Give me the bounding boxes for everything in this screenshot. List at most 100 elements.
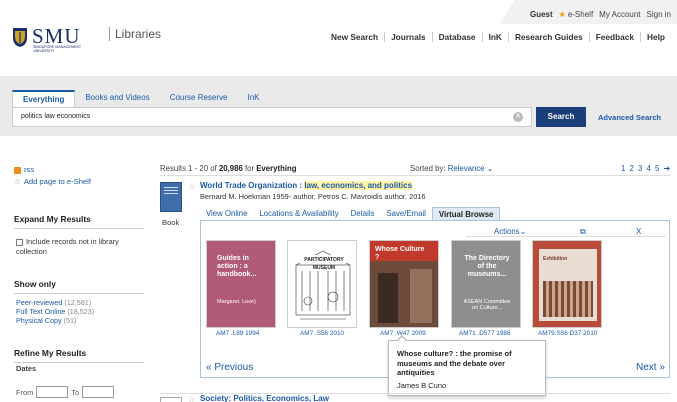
nav-help[interactable]: Help <box>640 32 671 42</box>
logo-subtitle: SINGAPORE MANAGEMENT UNIVERSITY <box>33 45 81 53</box>
cover-title: Participatory Museum <box>304 257 344 271</box>
cover-guides-in-action[interactable]: Guides in action : a handbook... Margare… <box>206 240 276 328</box>
add-to-eshelf-star-icon[interactable]: ☆ <box>188 395 195 402</box>
nav-feedback[interactable]: Feedback <box>588 32 640 42</box>
crest-icon <box>13 28 27 47</box>
sort-value: Relevance <box>447 164 485 173</box>
add-page-eshelf-link[interactable]: ☆ Add page to e-Shelf <box>14 176 139 188</box>
nav-journals[interactable]: Journals <box>384 32 432 42</box>
cover-subtitle: Margaret. Love) <box>217 299 256 305</box>
sketch-illustration-icon <box>294 250 352 320</box>
cover-participatory-museum[interactable]: Participatory Museum <box>287 240 357 328</box>
call-number[interactable]: AM7 .S56 2010 <box>300 330 344 337</box>
tab-save-email[interactable]: Save/Email <box>380 207 431 221</box>
result-tabs: View Online Locations & Availability Det… <box>200 207 501 221</box>
main-nav: New Search Journals Database InK Researc… <box>325 32 671 42</box>
clear-search-icon[interactable]: ✕ <box>513 112 523 122</box>
logo-sub-line2: UNIVERSITY <box>33 49 55 53</box>
site-title: Libraries <box>108 27 162 41</box>
my-account-link[interactable]: My Account <box>599 10 640 19</box>
cover-bookshelf <box>543 281 593 317</box>
filter-count: (18,523) <box>67 307 95 316</box>
filter-label: Physical Copy <box>16 316 62 325</box>
date-to-input[interactable] <box>82 386 115 398</box>
actions-menu[interactable]: Actions⌄ <box>494 227 526 236</box>
result-authors: Bernard M. Hoekman 1959- author. Petros … <box>200 192 426 201</box>
cover-tooltip: Whose culture? : the promise of museums … <box>388 335 546 396</box>
include-records-checkbox[interactable] <box>16 238 23 246</box>
cover-title: The Directory of the museums... <box>464 255 510 278</box>
next-button[interactable]: Next » <box>636 362 665 373</box>
nav-database[interactable]: Database <box>431 32 482 42</box>
divider <box>160 175 670 176</box>
summary-suffix: for <box>242 164 257 173</box>
nav-research-guides[interactable]: Research Guides <box>507 32 589 42</box>
expand-option[interactable]: Include records not in library collectio… <box>16 237 142 257</box>
eshelf-link[interactable]: ★ e-Shelf <box>559 10 594 19</box>
filter-full-text-online[interactable]: Full Text Online (18,523) <box>16 307 94 316</box>
filter-label: Full Text Online <box>16 307 66 316</box>
sort-control[interactable]: Sorted by: Relevance ⌄ <box>410 164 493 173</box>
tab-course-reserve[interactable]: Course Reserve <box>160 90 238 108</box>
cover-figure <box>378 273 398 323</box>
results-scope: Everything <box>256 164 297 173</box>
title-start: World Trade Organization : <box>200 181 305 190</box>
call-number[interactable]: AM71 .D577 1988 <box>459 330 511 337</box>
results-total: 20,986 <box>218 164 243 173</box>
show-only-list: Peer-reviewed (12,581) Full Text Online … <box>16 298 94 325</box>
sort-label: Sorted by: <box>410 164 446 173</box>
sign-in-link[interactable]: Sign in <box>647 10 671 19</box>
add-to-eshelf-star-icon[interactable]: ☆ <box>188 182 195 191</box>
sidebar-actions: rss ☆ Add page to e-Shelf <box>14 164 139 188</box>
guest-label: Guest <box>529 9 553 19</box>
pagination[interactable]: 1 2 3 4 5 ➔ <box>621 164 671 173</box>
tooltip-title: Whose culture? : the promise of museums … <box>397 349 512 377</box>
result-title-link[interactable]: World Trade Organization : law, economic… <box>200 181 413 190</box>
tab-locations-availability[interactable]: Locations & Availability <box>253 207 344 221</box>
expand-option-label: Include records not in library collectio… <box>16 237 119 256</box>
nav-new-search[interactable]: New Search <box>325 32 384 42</box>
star-icon: ★ <box>558 9 566 19</box>
tab-virtual-browse[interactable]: Virtual Browse <box>431 207 501 221</box>
dates-label: Dates <box>16 364 37 373</box>
search-button[interactable]: Search <box>536 107 586 127</box>
tab-details[interactable]: Details <box>345 207 381 221</box>
record-type: Book <box>162 218 180 227</box>
from-label: From <box>16 387 34 397</box>
expand-heading: Expand My Results <box>14 214 144 229</box>
show-only-heading: Show only <box>14 279 144 294</box>
previous-button[interactable]: « Previous <box>206 362 253 373</box>
search-input[interactable]: politics law economics <box>12 107 532 127</box>
filter-physical-copy[interactable]: Physical Copy (51) <box>16 316 94 325</box>
cover-title: Guides in action : a handbook... <box>217 255 257 278</box>
smu-logo[interactable]: SMU SINGAPORE MANAGEMENT UNIVERSITY <box>12 24 107 54</box>
nav-ink[interactable]: InK <box>481 32 508 42</box>
cover-directory-of-museums[interactable]: The Directory of the museums... ASEAN Co… <box>451 240 521 328</box>
tab-ink[interactable]: InK <box>238 90 270 108</box>
date-from-input[interactable] <box>36 386 69 398</box>
book-cover-thumbnail[interactable] <box>160 397 182 402</box>
result-title-link[interactable]: Society: Politics, Economics, Law <box>200 394 329 402</box>
chevron-down-icon: ⌄ <box>486 164 494 173</box>
tab-books-and-videos[interactable]: Books and Videos <box>75 90 159 108</box>
filter-peer-reviewed[interactable]: Peer-reviewed (12,581) <box>16 298 94 307</box>
cover-title: Whose Culture ? <box>375 246 425 261</box>
book-cover-thumbnail[interactable] <box>160 182 182 212</box>
cover-exhibition[interactable]: Exhibition <box>532 240 602 328</box>
tab-view-online[interactable]: View Online <box>200 207 253 221</box>
filter-count: (12,581) <box>64 298 92 307</box>
cover-whose-culture[interactable]: Whose Culture ? <box>369 240 439 328</box>
filter-count: (51) <box>63 316 77 325</box>
rss-label: rss <box>24 165 35 174</box>
cover-figure <box>410 269 432 323</box>
rss-link[interactable]: rss <box>14 164 139 176</box>
chevron-down-icon: ⌄ <box>519 227 527 236</box>
call-number[interactable]: AM7 .L89 1994 <box>216 330 259 337</box>
advanced-search-link[interactable]: Advanced Search <box>598 113 661 122</box>
tab-everything[interactable]: Everything <box>12 90 76 108</box>
to-label: To <box>71 387 80 397</box>
call-number[interactable]: AM79.S56 D37 2010 <box>538 330 597 337</box>
close-icon[interactable]: X <box>636 227 641 236</box>
cover-title: Exhibition <box>543 256 568 262</box>
search-scope-tabs: Everything Books and Videos Course Reser… <box>12 90 270 108</box>
